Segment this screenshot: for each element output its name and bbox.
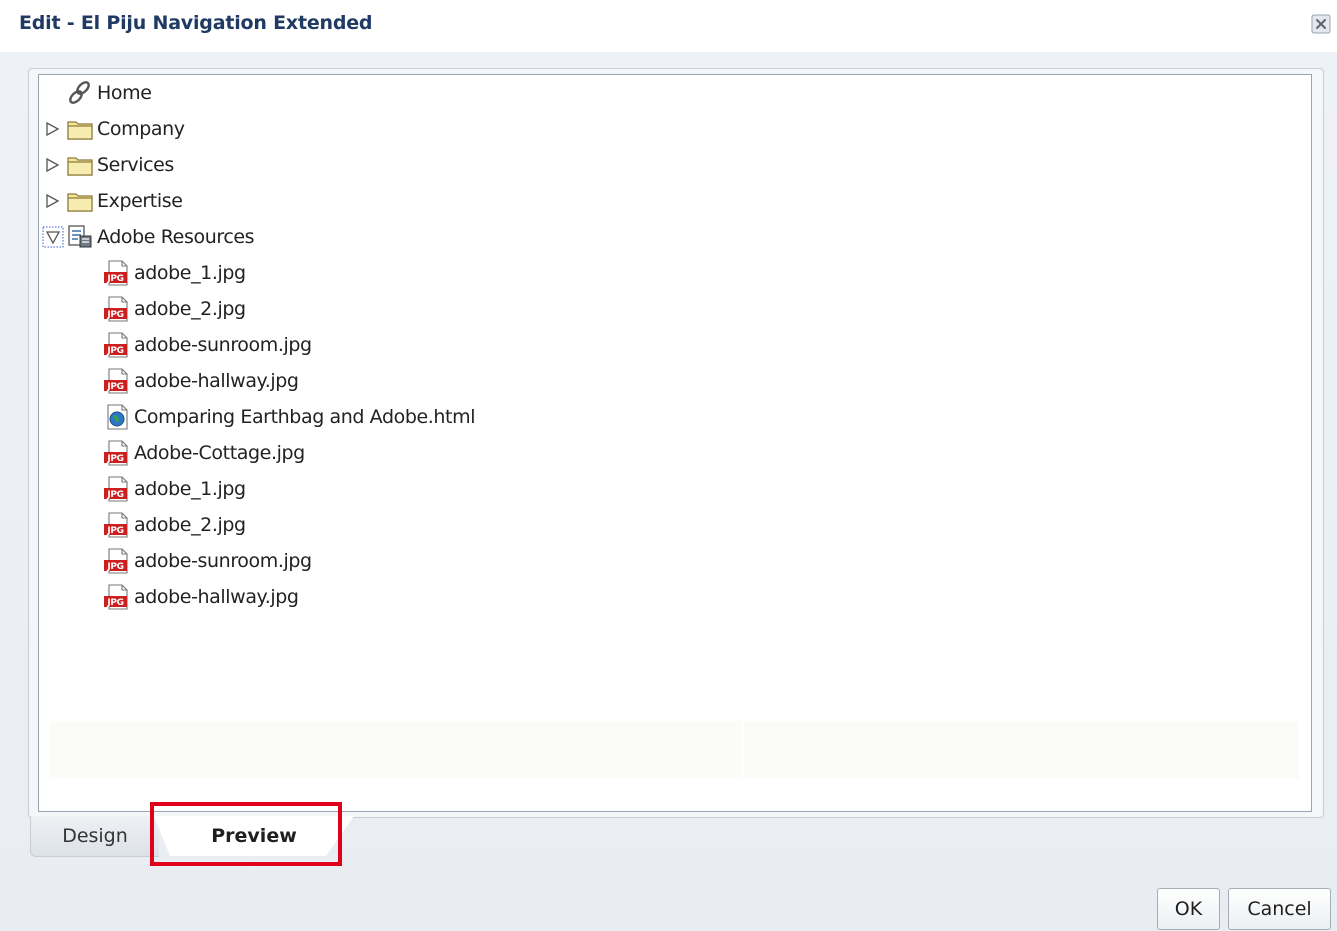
tree-node-label: adobe-hallway.jpg bbox=[134, 586, 299, 608]
expand-arrow-icon[interactable] bbox=[42, 118, 64, 140]
tree-node-label: adobe_1.jpg bbox=[134, 262, 246, 284]
svg-text:JPG: JPG bbox=[106, 274, 123, 284]
svg-text:JPG: JPG bbox=[106, 454, 123, 464]
tree-node[interactable]: Comparing Earthbag and Adobe.html bbox=[103, 402, 475, 432]
expand-arrow-icon[interactable] bbox=[42, 154, 64, 176]
tree-node-label: adobe-sunroom.jpg bbox=[134, 334, 312, 356]
svg-text:JPG: JPG bbox=[106, 382, 123, 392]
tree-node[interactable]: Services bbox=[42, 150, 174, 180]
tree-node-label: Home bbox=[97, 82, 152, 104]
dialog-title: Edit - El Piju Navigation Extended bbox=[19, 12, 373, 34]
tree-node[interactable]: JPG adobe_2.jpg bbox=[103, 510, 246, 540]
tree-node[interactable]: JPG adobe_2.jpg bbox=[103, 294, 246, 324]
tree-node[interactable]: Expertise bbox=[42, 186, 183, 216]
tree-node-label: Adobe Resources bbox=[97, 226, 255, 248]
tree-node[interactable]: Company bbox=[42, 114, 185, 144]
preview-panel: Home Company Services Expertise Adobe Resour… bbox=[38, 74, 1312, 812]
folder-icon bbox=[66, 188, 94, 214]
jpg-file-icon: JPG bbox=[103, 332, 131, 358]
tree-node-label: Expertise bbox=[97, 190, 183, 212]
jpg-file-icon: JPG bbox=[103, 584, 131, 610]
panel-footer-strip bbox=[49, 721, 1299, 779]
svg-text:JPG: JPG bbox=[106, 490, 123, 500]
cancel-button[interactable]: Cancel bbox=[1228, 888, 1331, 930]
tab-design-label: Design bbox=[62, 825, 128, 847]
edit-dialog: Edit - El Piju Navigation Extended Home C… bbox=[0, 0, 1337, 931]
tree-node-label: Comparing Earthbag and Adobe.html bbox=[134, 406, 476, 428]
footer-divider bbox=[742, 721, 744, 779]
tree-node-label: adobe-hallway.jpg bbox=[134, 370, 299, 392]
title-bar: Edit - El Piju Navigation Extended bbox=[0, 0, 1337, 52]
svg-text:JPG: JPG bbox=[106, 310, 123, 320]
close-icon[interactable] bbox=[1311, 14, 1331, 34]
tree-node-label: adobe_2.jpg bbox=[134, 298, 246, 320]
collapse-arrow-icon[interactable] bbox=[42, 226, 64, 248]
tab-design[interactable]: Design bbox=[30, 816, 159, 857]
html-file-icon bbox=[103, 404, 131, 430]
resource-list-icon bbox=[66, 224, 94, 250]
jpg-file-icon: JPG bbox=[103, 476, 131, 502]
jpg-file-icon: JPG bbox=[103, 512, 131, 538]
tree-node[interactable]: JPG Adobe-Cottage.jpg bbox=[103, 438, 305, 468]
tree-node[interactable]: JPG adobe-sunroom.jpg bbox=[103, 546, 312, 576]
tree-node-label: Company bbox=[97, 118, 185, 140]
tree-node[interactable]: Adobe Resources bbox=[42, 222, 255, 252]
tab-preview-label: Preview bbox=[211, 825, 297, 847]
jpg-file-icon: JPG bbox=[103, 296, 131, 322]
tree-node-label: adobe_2.jpg bbox=[134, 514, 246, 536]
jpg-file-icon: JPG bbox=[103, 368, 131, 394]
svg-text:JPG: JPG bbox=[106, 562, 123, 572]
view-tabs: Design Preview bbox=[28, 816, 358, 860]
tree-node[interactable]: JPG adobe-hallway.jpg bbox=[103, 582, 299, 612]
tree-node-label: adobe-sunroom.jpg bbox=[134, 550, 312, 572]
jpg-file-icon: JPG bbox=[103, 440, 131, 466]
tree-node-label: Adobe-Cottage.jpg bbox=[134, 442, 305, 464]
jpg-file-icon: JPG bbox=[103, 260, 131, 286]
tree-node[interactable]: Home bbox=[42, 78, 152, 108]
svg-text:JPG: JPG bbox=[106, 346, 123, 356]
link-icon bbox=[66, 80, 94, 106]
svg-text:JPG: JPG bbox=[106, 526, 123, 536]
jpg-file-icon: JPG bbox=[103, 548, 131, 574]
folder-icon bbox=[66, 152, 94, 178]
tree-node-label: Services bbox=[97, 154, 174, 176]
navigation-tree: Home Company Services Expertise Adobe Resour… bbox=[39, 75, 1311, 720]
tab-preview[interactable]: Preview bbox=[154, 816, 354, 856]
ok-button[interactable]: OK bbox=[1157, 888, 1220, 930]
tree-node[interactable]: JPG adobe_1.jpg bbox=[103, 258, 246, 288]
tree-node-label: adobe_1.jpg bbox=[134, 478, 246, 500]
folder-icon bbox=[66, 116, 94, 142]
tree-node[interactable]: JPG adobe-hallway.jpg bbox=[103, 366, 299, 396]
expand-arrow-icon[interactable] bbox=[42, 190, 64, 212]
tree-node[interactable]: JPG adobe-sunroom.jpg bbox=[103, 330, 312, 360]
svg-text:JPG: JPG bbox=[106, 598, 123, 608]
tree-node[interactable]: JPG adobe_1.jpg bbox=[103, 474, 246, 504]
